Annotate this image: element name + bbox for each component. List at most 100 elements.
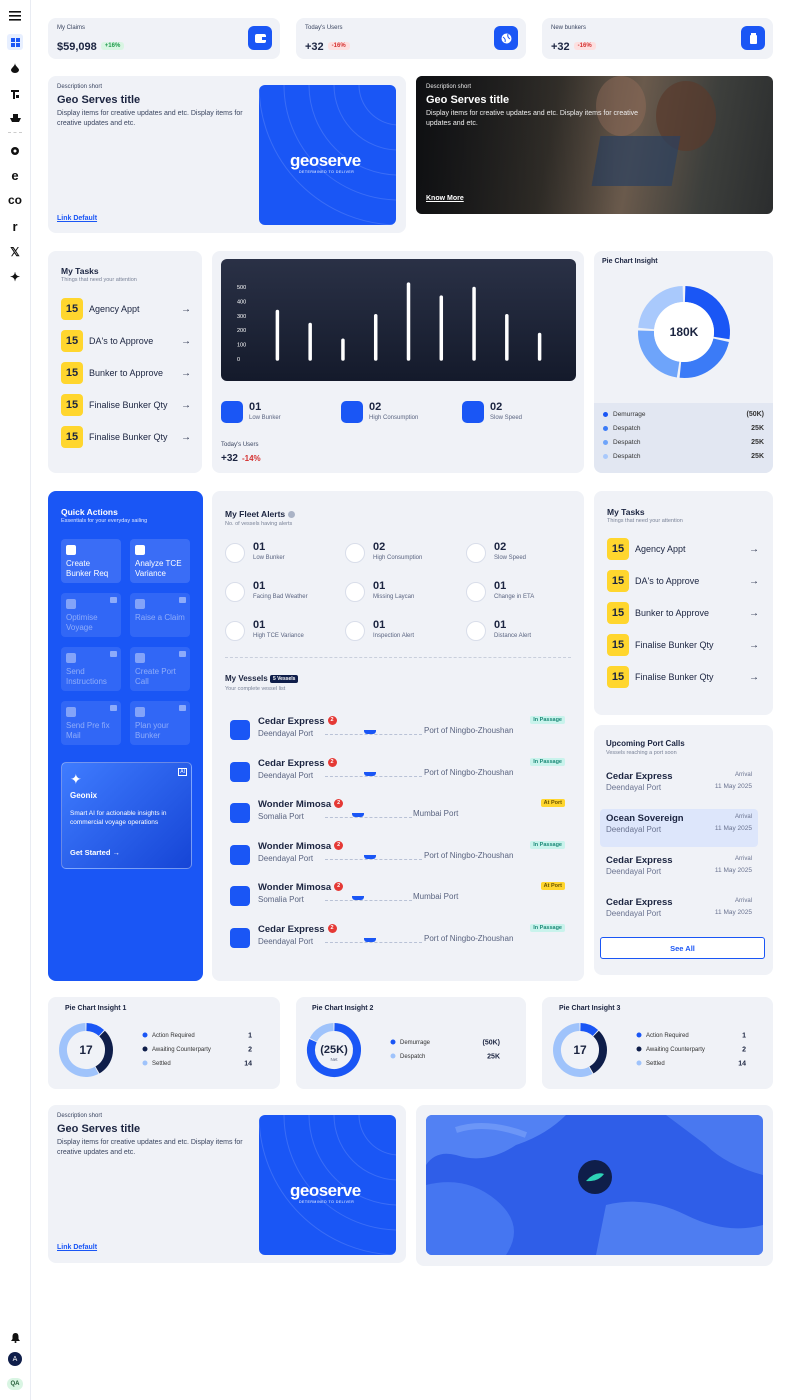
fleet-alert-item[interactable]: 01 Facing Bad Weather [225,580,335,606]
lock-icon [110,651,117,657]
vessel-row[interactable]: Wonder Mimosa 2 Somalia Port Mumbai Port At … [230,882,565,910]
task-item[interactable]: 15 DA's to Approve → [607,570,759,592]
sparkle-icon: ✦ [70,771,82,787]
port-call-vessel: Ocean Sovereign [606,813,684,824]
fleet-alert-item[interactable]: 01 Distance Alert [466,619,576,645]
qa-raise-claim: Raise a Claim [130,593,190,637]
task-item[interactable]: 15 Finalise Bunker Qty → [61,394,191,416]
pie-card-2: Pie Chart Insight 2 (25K) Net Demurrage (50… [296,997,526,1089]
promo-card: Description short Geo Serves title Displ… [48,76,406,233]
donut-slice [86,1023,105,1037]
fleet-alert-item[interactable]: 01 High TCE Variance [225,619,335,645]
see-all-button[interactable]: See All [600,937,765,959]
port-call-item[interactable]: Ocean Sovereign Deendayal Port Arrival 11 M… [600,809,758,847]
legend-item: Despatch 25K [603,425,764,432]
legend-dot [142,1060,148,1066]
task-item[interactable]: 15 Agency Appt → [607,538,759,560]
fleet-alert-item[interactable]: 01 Missing Laycan [345,580,455,606]
ship-progress-icon [364,771,376,776]
x-logo-icon[interactable]: 𝕏 [7,244,23,260]
qa-label: Create Port Call [135,667,176,686]
alert-count: 01 [373,580,386,592]
e-logo-icon[interactable]: e [7,167,23,183]
r-logo-icon[interactable]: r [7,218,23,234]
port-call-item[interactable]: Cedar Express Deendayal Port Arrival 11 May… [600,851,758,889]
co-logo-icon[interactable]: co [7,192,23,208]
donut-center-value: 17 [573,1043,587,1057]
fleet-alert-item[interactable]: 01 Low Bunker [225,541,335,567]
sparkle-icon[interactable]: ✦ [7,269,23,285]
geoserve-logo: geoserve [290,1181,361,1200]
user-initials-badge[interactable]: QA [7,1378,23,1390]
bell-icon[interactable] [7,1330,23,1346]
ship-icon[interactable] [7,110,23,126]
qa-create-bunker-req[interactable]: Create Bunker Req [61,539,121,583]
legend-dot [390,1053,396,1059]
vessel-name: Cedar Express 2 [258,757,337,769]
vessel-name: Wonder Mimosa 2 [258,882,344,893]
task-label: Bunker to Approve [635,608,710,618]
get-started-button[interactable]: Get Started → [70,848,120,857]
task-label: Finalise Bunker Qty [89,400,168,410]
promo-link[interactable]: Link Default [57,215,97,222]
qa-analyze-tce[interactable]: Analyze TCE Variance [130,539,190,583]
ocean-map[interactable] [426,1115,763,1255]
vessel-marker[interactable] [578,1160,612,1194]
qa-label: Plan your Bunker [135,721,169,740]
avatar[interactable]: A [8,1352,22,1366]
task-label: DA's to Approve [89,336,154,346]
port-call-item[interactable]: Cedar Express Deendayal Port Arrival 11 May… [600,893,758,931]
task-item[interactable]: 15 Finalise Bunker Qty → [61,426,191,448]
fleet-card: My Fleet Alerts No. of vessels having al… [212,491,584,981]
document-icon [66,545,76,555]
legend-value: 1 [742,1033,746,1040]
task-item[interactable]: 15 DA's to Approve → [61,330,191,352]
vessel-to-port: Port of Ningbo-Zhoushan [424,726,514,735]
vessel-row[interactable]: Cedar Express 2 Deendayal Port Port of Ning… [230,924,565,952]
fleet-alert-item[interactable]: 01 Change in ETA [466,580,576,606]
crane-icon [135,653,145,663]
fleet-alerts-subtitle: No. of vessels having alerts [225,521,293,527]
dashboard-icon[interactable] [7,34,23,50]
legend-label: Settled [152,1061,171,1067]
task-item[interactable]: 15 Agency Appt → [61,298,191,320]
fuel-drop-icon[interactable] [7,60,23,76]
task-label: Bunker to Approve [89,368,164,378]
vessel-row[interactable]: Wonder Mimosa 2 Somalia Port Mumbai Port At … [230,799,565,827]
port-call-item[interactable]: Cedar Express Deendayal Port Arrival 11 May… [600,767,758,805]
alert-label: Inspection Alert [373,633,415,639]
fleet-alert-item[interactable]: 02 High Consumption [345,541,455,567]
info-icon[interactable] [287,511,295,519]
clock-icon [466,582,486,602]
fleet-alert-item[interactable]: 02 Slow Speed [466,541,576,567]
menu-icon[interactable] [7,8,23,24]
fleet-alert-item[interactable]: 01 Inspection Alert [345,619,455,645]
vessel-row[interactable]: Cedar Express 2 Deendayal Port Port of Ning… [230,757,565,786]
y-tick-label: 300 [237,314,246,320]
donut-slice [309,1023,334,1042]
crane-icon[interactable] [7,86,23,102]
qa-label: Send Pre fix Mail [66,721,110,740]
task-item[interactable]: 15 Bunker to Approve → [607,602,759,624]
know-more-link[interactable]: Know More [426,195,464,202]
claim-icon [135,599,145,609]
ship-icon [230,803,250,824]
task-label: Agency Appt [635,544,686,554]
promo-card-2: Description short Geo Serves title Displ… [48,1105,406,1263]
promo-link[interactable]: Link Default [57,1244,97,1251]
vessel-status-badge: At Port [540,799,565,808]
donut-chart: 17 Action Required 1 Awaiting Counterparty 2… [59,1023,252,1077]
vessel-row[interactable]: Cedar Express 2 Deendayal Port Port of Ning… [230,716,565,744]
task-item[interactable]: 15 Finalise Bunker Qty → [607,634,759,656]
gauge-icon [341,401,363,423]
task-count: 15 [607,634,629,656]
globe-icon [494,26,518,50]
y-tick-label: 200 [237,328,246,334]
gear-icon[interactable] [7,143,23,159]
task-item[interactable]: 15 Bunker to Approve → [61,362,191,384]
task-label: DA's to Approve [635,576,700,586]
task-item[interactable]: 15 Finalise Bunker Qty → [607,666,759,688]
vessel-name: Wonder Mimosa 2 [258,840,344,852]
vessel-row[interactable]: Wonder Mimosa 2 Deendayal Port Port of Ning… [230,840,565,869]
vessel-status-badge: At Port [540,882,565,891]
